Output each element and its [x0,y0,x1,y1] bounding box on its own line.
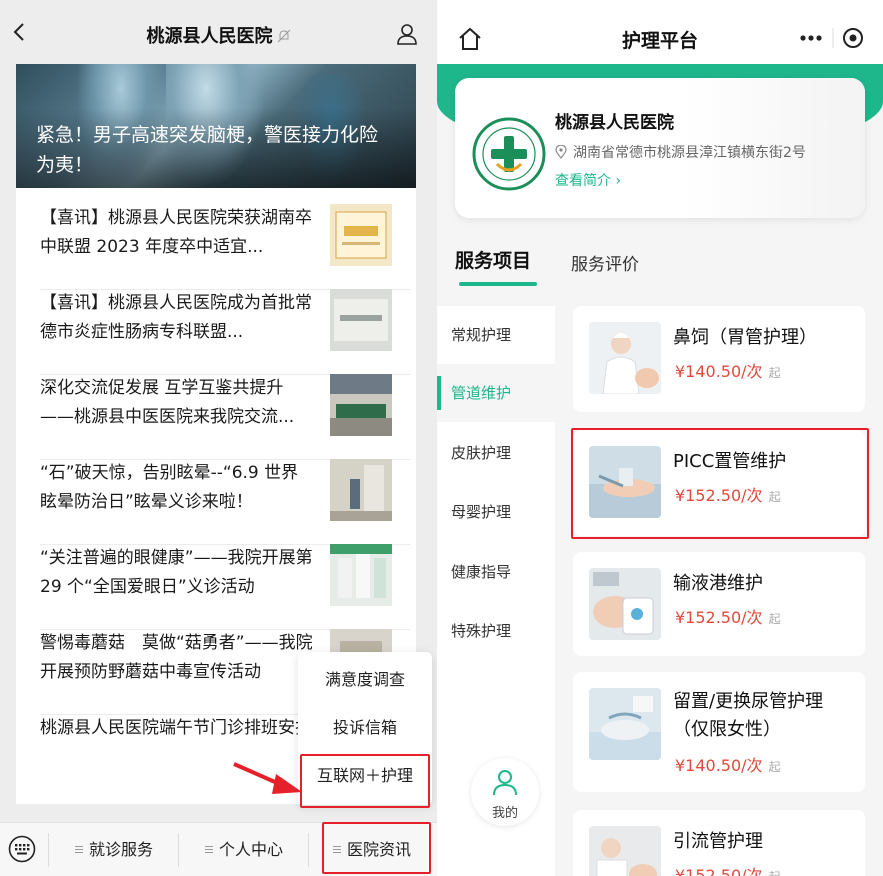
menu-personal-center[interactable]: 个人中心 [180,823,308,876]
category-skin-care[interactable]: 皮肤护理 [437,424,555,482]
menu-lines-icon [74,846,83,854]
tab-label: 个人中心 [218,840,283,859]
divider [48,833,49,867]
service-image [589,568,661,640]
highlight-box [322,822,431,874]
highlight-box [300,754,430,808]
nursing-platform-screen: 护理平台 桃源县人民医院 湖南省常德市桃源县漳江镇横东街2号 查看简介 › 服务… [437,0,883,876]
price-from: 起 [768,760,781,774]
news-thumbnail [330,459,392,521]
service-name: 输液港维护 [673,573,763,594]
more-and-close-capsule[interactable] [795,22,865,54]
profile-icon[interactable] [395,22,419,46]
intro-link-text: 查看简介 [555,173,611,189]
service-price: ¥152.50/次起 [675,862,781,876]
list-item[interactable]: “关注普遍的眼健康”——我院开展第 29 个“全国爱眼日”义诊活动 [40,544,410,630]
news-title: 【喜讯】桃源县人民医院荣获湖南卒中联盟 2023 年度卒中适宜... [40,208,312,257]
news-title: 【喜讯】桃源县人民医院成为首批常德市炎症性肠病专科联盟... [40,293,312,342]
news-thumbnail [330,374,392,436]
service-card[interactable]: 输液港维护 ¥152.50/次起 [573,552,865,656]
chevron-right-icon: › [615,173,622,189]
news-title: 深化交流促发展 互学互鉴共提升——桃源县中医医院来我院交流... [40,378,295,427]
category-health-guidance[interactable]: 健康指导 [437,543,555,601]
list-item[interactable]: 深化交流促发展 互学互鉴共提升——桃源县中医医院来我院交流... [40,374,410,460]
location-pin-icon [555,145,567,159]
category-special-care[interactable]: 特殊护理 [437,602,555,660]
service-name: 鼻饲（胃管护理） [673,327,817,348]
price-from: 起 [769,870,781,876]
divider [308,833,309,867]
price-text: ¥152.50/次 [675,608,763,627]
category-maternal-infant-care[interactable]: 母婴护理 [437,483,555,541]
news-thumbnail [330,204,392,266]
address-text: 湖南省常德市桃源县漳江镇横东街2号 [573,145,806,161]
price-text: ¥152.50/次 [675,866,763,876]
page-title: 桃源县人民医院 [0,22,437,48]
active-tab-underline [459,282,537,286]
service-price: ¥140.50/次起 [675,752,781,776]
service-card[interactable]: 鼻饲（胃管护理） ¥140.50/次起 [573,306,865,412]
hospital-name: 桃源县人民医院 [555,113,674,133]
pointer-arrow-icon [233,762,302,794]
tab-bar: 服务项目 服务评价 [437,230,883,294]
view-intro-link[interactable]: 查看简介 › [555,170,621,190]
list-item[interactable]: “石”破天惊，告别眩晕--“6.9 世界眩晕防治日”眩晕义诊来啦！ [40,459,410,545]
menu-visit-services[interactable]: 就诊服务 [50,823,178,876]
headline-banner[interactable]: 紧急！男子高速突发脑梗，警医接力化险为夷！ [16,64,416,188]
page-title-text: 桃源县人民医院 [146,26,273,47]
service-card[interactable]: 引流管护理 ¥152.50/次起 [573,810,865,876]
list-item[interactable]: 【喜讯】桃源县人民医院荣获湖南卒中联盟 2023 年度卒中适宜... [40,204,410,290]
tab-service-reviews[interactable]: 服务评价 [571,250,639,275]
service-image [589,826,661,876]
hospital-news-screen: 桃源县人民医院 紧急！男子高速突发脑梗，警医接力化险为夷！ 【喜讯】桃源县人民医… [0,0,437,876]
list-item[interactable]: 【喜讯】桃源县人民医院成为首批常德市炎症性肠病专科联盟... [40,289,410,375]
highlight-box [571,428,869,539]
service-name: 留置/更换尿管护理（仅限女性） [673,691,824,740]
service-price: ¥140.50/次起 [675,358,781,382]
price-text: ¥140.50/次 [675,756,763,775]
hospital-card[interactable]: 桃源县人民医院 湖南省常德市桃源县漳江镇横东街2号 查看简介 › [455,78,865,218]
category-routine-care[interactable]: 常规护理 [437,306,555,364]
menu-lines-icon [204,846,213,854]
divider [178,833,179,867]
mute-bell-icon [277,29,290,43]
service-image [589,322,661,394]
service-name: 引流管护理 [673,831,763,852]
news-title: 桃源县人民医院端午节门诊排班安排 [40,718,312,738]
price-text: ¥140.50/次 [675,362,763,381]
category-tube-maintenance[interactable]: 管道维护 [437,364,555,422]
news-thumbnail [330,544,392,606]
menu-item-satisfaction-survey[interactable]: 满意度调查 [298,656,432,704]
user-icon [493,770,517,796]
top-bar: 桃源县人民医院 [0,0,437,64]
my-label: 我的 [491,806,518,821]
hospital-logo [472,117,546,191]
tab-label: 就诊服务 [88,840,153,859]
news-thumbnail [330,289,392,351]
headline-text: 紧急！男子高速突发脑梗，警医接力化险为夷！ [36,124,379,176]
tab-service-items[interactable]: 服务项目 [455,246,531,273]
news-title: “关注普遍的眼健康”——我院开展第 29 个“全国爱眼日”义诊活动 [40,548,313,597]
my-account-button[interactable]: 我的 [471,758,539,826]
news-title: “石”破天惊，告别眩晕--“6.9 世界眩晕防治日”眩晕义诊来啦！ [40,463,299,512]
keyboard-icon[interactable] [8,835,36,863]
price-from: 起 [768,612,781,626]
hospital-address: 湖南省常德市桃源县漳江镇横东街2号 [555,142,806,162]
service-price: ¥152.50/次起 [675,604,781,628]
service-image [589,688,661,760]
menu-item-complaint-box[interactable]: 投诉信箱 [298,704,432,752]
service-card[interactable]: 留置/更换尿管护理（仅限女性） ¥140.50/次起 [573,672,865,792]
price-from: 起 [768,366,781,380]
news-title: 警惕毒蘑菇 莫做“菇勇者”——我院开展预防野蘑菇中毒宣传活动 [40,633,313,682]
